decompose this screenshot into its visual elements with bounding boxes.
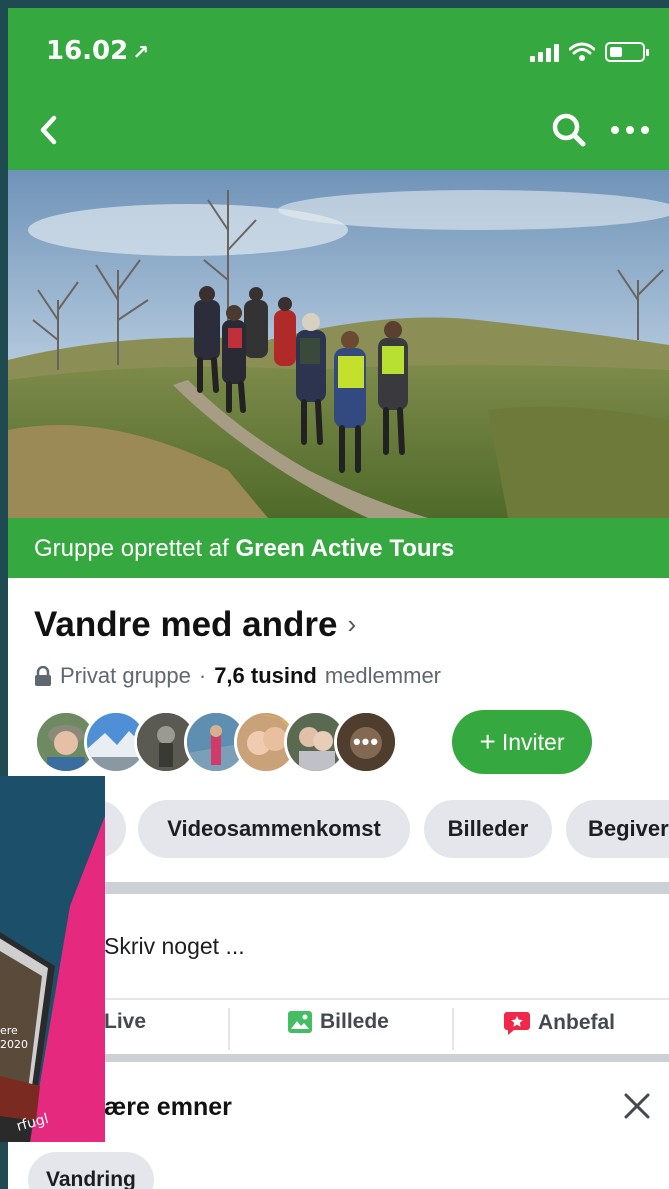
recommend-label: Anbefal bbox=[538, 1011, 616, 1034]
topics-title: ære emner bbox=[104, 1093, 232, 1121]
battery-icon bbox=[605, 42, 649, 62]
chevron-right-icon: › bbox=[347, 609, 357, 639]
status-bar: 16.02 ↗ bbox=[8, 8, 669, 90]
group-cover-photo[interactable] bbox=[8, 170, 669, 518]
tab-videosammenkomst[interactable]: Videosammenkomst bbox=[138, 800, 410, 858]
photo-button[interactable]: Billede bbox=[288, 1010, 389, 1034]
photo-label: Billede bbox=[320, 1010, 389, 1033]
post-composer-input[interactable]: Skriv noget ... bbox=[104, 933, 245, 960]
clock-text: 16.02 bbox=[46, 36, 129, 66]
location-arrow-icon: ↗ bbox=[132, 40, 150, 64]
top-nav-bar bbox=[8, 90, 669, 170]
live-button[interactable]: Live bbox=[104, 1010, 146, 1034]
section-divider bbox=[8, 882, 669, 894]
meta-separator: · bbox=[198, 663, 207, 688]
overlay-text-2: 2020 bbox=[0, 1038, 28, 1051]
more-options-icon[interactable] bbox=[607, 112, 653, 148]
overlay-text-1: ere bbox=[0, 1024, 18, 1037]
live-label: Live bbox=[104, 1010, 147, 1033]
group-name-title[interactable]: Vandre med andre › bbox=[34, 605, 356, 645]
topic-chip-vandring[interactable]: Vandring bbox=[28, 1152, 154, 1189]
action-separator bbox=[228, 1008, 230, 1050]
group-name: Vandre med andre bbox=[34, 605, 338, 644]
back-icon[interactable] bbox=[32, 112, 68, 148]
section-divider bbox=[8, 1054, 669, 1062]
action-separator bbox=[452, 1008, 454, 1050]
recommend-icon bbox=[504, 1012, 530, 1035]
composer-actions: Live Billede Anbefal bbox=[8, 1004, 669, 1052]
creator-name-link[interactable]: Green Active Tours bbox=[235, 535, 454, 562]
tab-begivenheder[interactable]: Begiver bbox=[566, 800, 669, 858]
member-label: medlemmer bbox=[324, 663, 442, 688]
recommend-button[interactable]: Anbefal bbox=[504, 1010, 615, 1036]
tab-billeder[interactable]: Billeder bbox=[424, 800, 552, 858]
composer-divider bbox=[8, 998, 669, 1000]
group-creator-bar[interactable]: Gruppe oprettet af Green Active Tours bbox=[8, 518, 669, 578]
lock-icon bbox=[35, 666, 51, 686]
creator-prefix: Gruppe oprettet af bbox=[34, 535, 229, 562]
invite-label: Inviter bbox=[501, 728, 565, 755]
wifi-icon bbox=[569, 42, 595, 61]
phone-screen: 16.02 ↗ Gruppe oprettet af Green Active … bbox=[8, 8, 669, 1189]
photo-icon bbox=[288, 1011, 312, 1033]
group-meta: Privat gruppe · 7,6 tusind medlemmer bbox=[34, 663, 441, 689]
invite-button[interactable]: + Inviter bbox=[452, 710, 592, 774]
more-members-avatar[interactable]: ••• bbox=[334, 710, 398, 774]
group-tabs: Videosammenkomst Billeder Begiver bbox=[8, 800, 669, 858]
plus-icon: + bbox=[479, 726, 496, 757]
member-count[interactable]: 7,6 tusind bbox=[214, 663, 317, 689]
status-time: 16.02 ↗ bbox=[46, 36, 149, 66]
cover-image bbox=[8, 170, 669, 518]
more-members-dots: ••• bbox=[352, 729, 380, 754]
privacy-label: Privat gruppe bbox=[60, 663, 191, 688]
cellular-signal-icon bbox=[530, 44, 559, 62]
system-icons bbox=[530, 42, 649, 62]
close-icon[interactable] bbox=[619, 1088, 655, 1124]
promo-overlay-image: ere 2020 rfugl bbox=[0, 776, 105, 1142]
search-icon[interactable] bbox=[549, 110, 589, 150]
